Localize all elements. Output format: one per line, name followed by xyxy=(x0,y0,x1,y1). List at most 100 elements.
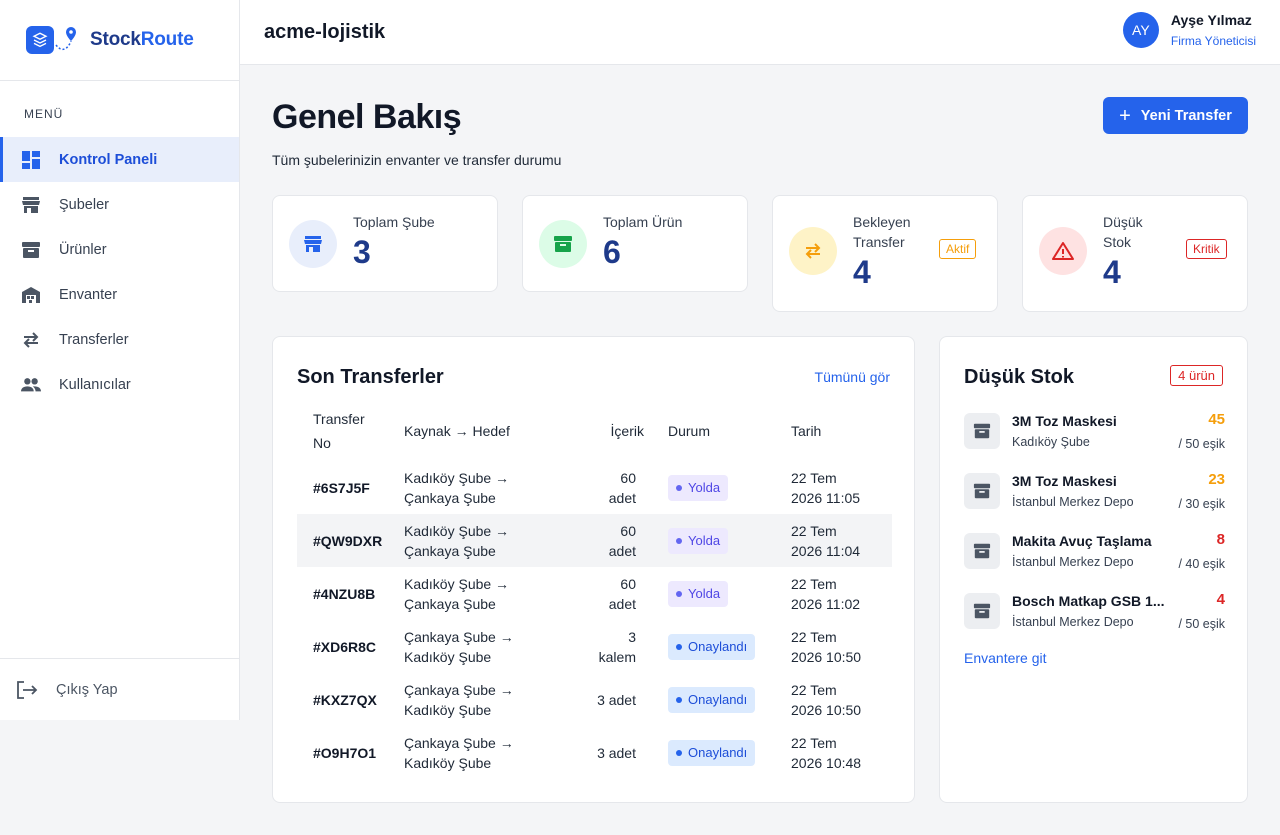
list-item[interactable]: Makita Avuç Taşlama İstanbul Merkez Depo… xyxy=(964,531,1225,583)
transfer-date: 22 Tem 2026 11:02 xyxy=(791,575,861,612)
sidebar-item-label: Envanter xyxy=(59,286,118,303)
status-badge: Yolda xyxy=(668,580,729,607)
transfer-no: #6S7J5F xyxy=(313,479,370,496)
box-stack-icon xyxy=(26,26,54,54)
page-title: Genel Bakış xyxy=(272,98,462,136)
transfer-route: Çankaya Şube → Kadıköy Şube xyxy=(404,681,514,718)
sidebar-item-branches[interactable]: Şubeler xyxy=(0,182,239,227)
store-icon xyxy=(21,195,41,215)
stat-card-products: Toplam Ürün 6 xyxy=(522,195,748,292)
sidebar: StockRoute MENÜ Kontrol Paneli Şubeler Ü… xyxy=(0,0,240,720)
product-location: İstanbul Merkez Depo xyxy=(1012,495,1134,509)
sidebar-item-users[interactable]: Kullanıcılar xyxy=(0,362,239,407)
transfer-date: 22 Tem 2026 10:50 xyxy=(791,681,862,718)
stat-label: Bekleyen Transfer xyxy=(853,214,911,250)
transfer-status: Onaylandı xyxy=(668,620,791,673)
view-all-link[interactable]: Tümünü gör xyxy=(815,369,890,385)
swap-arrows-icon xyxy=(789,227,837,275)
stat-value: 4 xyxy=(853,254,871,290)
sidebar-item-products[interactable]: Ürünler xyxy=(0,227,239,272)
stat-label: Toplam Şube xyxy=(353,214,435,230)
user-name: Ayşe Yılmaz xyxy=(1170,12,1252,28)
archive-box-icon xyxy=(539,220,587,268)
sidebar-item-transfers[interactable]: Transferler xyxy=(0,317,239,362)
transfer-no: #O9H7O1 xyxy=(313,744,377,761)
stat-value: 4 xyxy=(1103,254,1121,290)
stock-threshold: / 30 eşik xyxy=(1178,497,1225,511)
transfer-content: 3 kalem xyxy=(598,628,636,665)
go-to-inventory-link[interactable]: Envantere git xyxy=(964,650,1047,666)
store-icon xyxy=(289,220,337,268)
recent-transfers-title: Son Transferler xyxy=(297,366,444,388)
sidebar-item-label: Kullanıcılar xyxy=(59,376,131,393)
transfer-route: Çankaya Şube → Kadıköy Şube xyxy=(404,734,514,771)
stat-card-branches: Toplam Şube 3 xyxy=(272,195,498,292)
avatar: AY xyxy=(1122,12,1159,48)
brand[interactable]: StockRoute xyxy=(0,0,239,81)
low-stock-title: Düşük Stok xyxy=(964,366,1075,388)
table-row[interactable]: #4NZU8B Kadıköy Şube → Çankaya Şube 60 ade… xyxy=(297,567,892,620)
page-subtitle: Tüm şubelerinizin envanter ve transfer d… xyxy=(272,152,562,168)
col-route: Kaynak → Hedef xyxy=(404,423,510,439)
table-row[interactable]: #KXZ7QX Çankaya Şube → Kadıköy Şube 3 ade… xyxy=(297,673,892,726)
product-location: Kadıköy Şube xyxy=(1012,435,1090,449)
status-badge: Yolda xyxy=(668,527,729,554)
transfer-content: 60 adet xyxy=(608,469,636,506)
status-badge: Onaylandı xyxy=(668,686,756,713)
logout-icon xyxy=(16,680,38,700)
stat-label: Toplam Ürün xyxy=(603,214,683,230)
recent-transfers-card: Son Transferler Tümünü gör Transfer No Ka… xyxy=(272,336,915,803)
col-content: İçerik xyxy=(610,423,644,439)
archive-box-icon xyxy=(21,240,41,260)
low-stock-card: Düşük Stok 4 ürün 3M Toz Maskesi Kadıköy… xyxy=(939,336,1248,803)
stat-value: 6 xyxy=(603,234,621,270)
col-transfer-no: Transfer No xyxy=(313,411,365,451)
product-location: İstanbul Merkez Depo xyxy=(1012,615,1134,629)
new-transfer-button[interactable]: + Yeni Transfer xyxy=(1103,97,1248,134)
product-location: İstanbul Merkez Depo xyxy=(1012,555,1134,569)
transfer-date: 22 Tem 2026 10:50 xyxy=(791,628,862,665)
logout-button[interactable]: Çıkış Yap xyxy=(0,658,239,720)
table-header-row: Transfer No Kaynak → Hedef İçerik Durum T… xyxy=(297,401,892,461)
status-badge: Aktif xyxy=(939,239,977,259)
top-bar: acme-lojistik AY Ayşe Yılmaz Firma Yönet… xyxy=(240,0,1280,65)
transfer-date: 22 Tem 2026 11:04 xyxy=(791,514,892,567)
transfer-date: 22 Tem 2026 10:48 xyxy=(791,734,862,771)
transfer-status: Onaylandı xyxy=(668,673,791,726)
user-menu[interactable]: AY Ayşe Yılmaz Firma Yöneticisi xyxy=(1122,12,1256,48)
table-row[interactable]: #QW9DXR Kadıköy Şube → Çankaya Şube 60 ade… xyxy=(297,514,892,567)
table-row[interactable]: #O9H7O1 Çankaya Şube → Kadıköy Şube 3 ade… xyxy=(297,726,892,779)
product-name: Makita Avuç Taşlama xyxy=(1012,533,1152,549)
org-name: acme-lojistik xyxy=(264,20,386,43)
transfer-route: Kadıköy Şube → Çankaya Şube xyxy=(404,514,564,567)
table-row[interactable]: #6S7J5F Kadıköy Şube → Çankaya Şube 60 ade… xyxy=(297,461,892,514)
table-row[interactable]: #XD6R8C Çankaya Şube → Kadıköy Şube 3 kale… xyxy=(297,620,892,673)
menu-label: MENÜ xyxy=(24,107,64,121)
new-transfer-label: Yeni Transfer xyxy=(1140,107,1232,124)
col-status: Durum xyxy=(668,423,711,439)
stock-quantity: 4 xyxy=(1216,591,1225,608)
stock-threshold: / 50 eşik xyxy=(1178,617,1225,631)
sidebar-item-label: Şubeler xyxy=(59,196,109,213)
stat-value: 3 xyxy=(353,234,371,270)
list-item[interactable]: 3M Toz Maskesi İstanbul Merkez Depo 23 /… xyxy=(964,471,1225,523)
list-item[interactable]: Bosch Matkap GSB 1... İstanbul Merkez De… xyxy=(964,591,1225,643)
brand-name: StockRoute xyxy=(90,29,194,50)
transfer-route: Kadıköy Şube → Çankaya Şube xyxy=(404,575,510,612)
archive-box-icon xyxy=(964,533,1000,569)
transfer-no: #XD6R8C xyxy=(313,638,377,655)
transfers-table: Transfer No Kaynak → Hedef İçerik Durum T… xyxy=(297,401,892,779)
status-badge: Yolda xyxy=(668,474,729,501)
transfer-status: Yolda xyxy=(668,514,791,567)
stock-threshold: / 50 eşik xyxy=(1178,437,1225,451)
status-badge: Onaylandı xyxy=(668,739,756,766)
transfer-content: 3 adet xyxy=(597,744,636,761)
archive-box-icon xyxy=(964,413,1000,449)
sidebar-item-dashboard[interactable]: Kontrol Paneli xyxy=(0,137,239,182)
sidebar-item-inventory[interactable]: Envanter xyxy=(0,272,239,317)
stat-card-pending-transfers: Bekleyen Transfer 4 Aktif xyxy=(772,195,998,312)
stat-card-low-stock: Düşük Stok 4 Kritik xyxy=(1022,195,1248,312)
list-item[interactable]: 3M Toz Maskesi Kadıköy Şube 45 / 50 eşik xyxy=(964,411,1225,463)
low-stock-count-badge: 4 ürün xyxy=(1170,365,1223,386)
product-name: 3M Toz Maskesi xyxy=(1012,413,1117,429)
